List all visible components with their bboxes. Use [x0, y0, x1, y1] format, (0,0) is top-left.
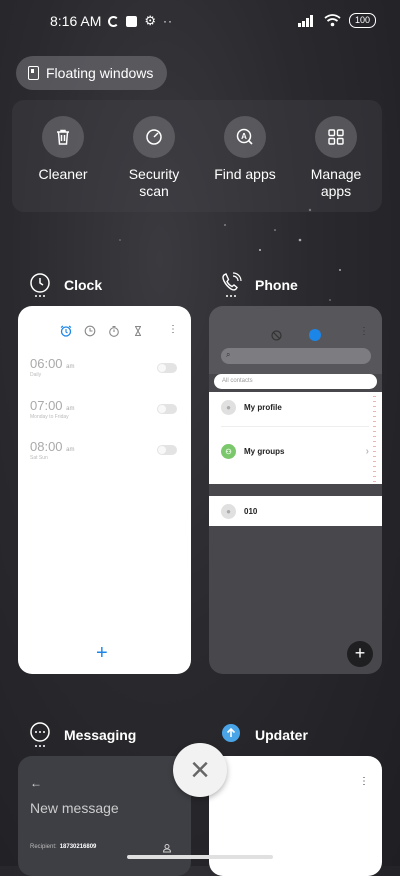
alarm-row[interactable]: 06:00 am Daily — [30, 356, 75, 378]
alarm-time: 07:00 — [30, 398, 63, 413]
home-indicator[interactable] — [127, 855, 273, 859]
contacts-tab-icon[interactable] — [309, 329, 321, 341]
phone-app-icon — [222, 272, 242, 297]
messaging-app-title: Messaging — [64, 727, 137, 743]
contact-name: 010 — [244, 506, 258, 516]
new-message-heading: New message — [30, 800, 119, 816]
world-clock-tab-icon[interactable] — [84, 325, 96, 337]
alarm-row[interactable]: 08:00 am Sat Sun — [30, 439, 75, 461]
status-time: 8:16 AM — [50, 13, 102, 29]
alarm-toggle[interactable] — [157, 445, 177, 455]
status-bar: 8:16 AM ⚙ ·· 100 — [0, 10, 400, 36]
contacts-search-field[interactable]: ⌕ — [221, 348, 371, 364]
contacts-filter-pill[interactable]: All contacts — [214, 374, 377, 389]
contacts-filter-label: All contacts — [222, 378, 253, 384]
add-contact-button[interactable]: + — [347, 641, 373, 667]
updater-app-icon — [222, 724, 240, 742]
signal-icon — [297, 14, 313, 27]
alarm-repeat-label: Sat Sun — [30, 455, 48, 461]
grid-icon — [328, 129, 344, 145]
recipient-label: Recipient: — [30, 844, 57, 850]
avatar: ● — [221, 503, 236, 519]
find-apps-icon: A — [236, 128, 253, 145]
search-icon: ⌕ — [226, 350, 231, 359]
clock-app-header[interactable]: Clock — [28, 272, 102, 298]
alarm-repeat-label: Monday to Friday — [30, 414, 69, 420]
add-alarm-button[interactable]: + — [96, 642, 108, 665]
security-scan-icon — [146, 129, 162, 145]
updater-more-icon[interactable]: ⋮ — [359, 777, 369, 787]
security-scan-label: Security scan — [128, 166, 180, 199]
contacts-group-section: ● My profile ⚇ My groups › — [209, 392, 382, 484]
floating-windows-label: Floating windows — [46, 65, 154, 81]
alarm-tab-icon[interactable] — [60, 325, 72, 337]
my-groups-label: My groups — [244, 447, 285, 456]
my-groups-row[interactable]: ⚇ My groups › — [209, 444, 369, 459]
recipient-row[interactable]: Recipient: 18730216809 — [30, 844, 96, 850]
alarm-time: 06:00 — [30, 356, 63, 371]
stopwatch-tab-icon[interactable] — [108, 325, 120, 337]
manage-apps-label: Manage apps — [310, 166, 362, 199]
recents-tab-icon[interactable] — [271, 330, 282, 341]
messaging-app-icon — [30, 722, 50, 747]
floating-window-icon — [28, 66, 39, 80]
contact-row[interactable]: ● 010 — [209, 496, 382, 526]
alarm-ampm: am — [66, 406, 75, 412]
updater-app-title: Updater — [255, 727, 308, 743]
groups-avatar: ⚇ — [221, 444, 236, 459]
add-contact-label: + — [354, 643, 366, 663]
alarm-ampm: am — [66, 447, 75, 453]
find-apps-label: Find apps — [214, 166, 276, 182]
phone-app-card[interactable]: ⋮ ⌕ All contacts ● My profile ⚇ My group… — [209, 306, 382, 674]
floating-windows-button[interactable]: Floating windows — [16, 56, 168, 90]
chevron-right-icon: › — [365, 446, 369, 457]
clock-app-card[interactable]: ⋮ 06:00 am Daily 07:00 am Monday to Frid… — [18, 306, 191, 674]
messaging-app-header[interactable]: Messaging — [28, 722, 136, 748]
alarm-time: 08:00 — [30, 439, 63, 454]
security-scan-button[interactable]: Security scan — [109, 116, 199, 200]
clock-app-title: Clock — [64, 277, 103, 293]
cleaner-label: Cleaner — [38, 166, 88, 182]
trash-icon — [57, 129, 69, 145]
svg-text:A: A — [241, 132, 247, 141]
phone-app-header[interactable]: Phone — [219, 272, 298, 298]
alarm-repeat-label: Daily — [30, 372, 42, 378]
alphabet-index[interactable] — [373, 396, 376, 482]
clock-tabs — [60, 325, 144, 337]
timer-tab-icon[interactable] — [132, 325, 144, 337]
alarm-ampm: am — [66, 364, 75, 370]
my-profile-label: My profile — [244, 403, 282, 412]
alarm-toggle[interactable] — [157, 404, 177, 414]
gear-icon: ⚙ — [144, 13, 157, 28]
cleaner-button[interactable]: Cleaner — [18, 116, 108, 183]
find-apps-button[interactable]: A Find apps — [200, 116, 290, 183]
my-profile-row[interactable]: ● My profile — [209, 400, 282, 415]
alarm-row[interactable]: 07:00 am Monday to Friday — [30, 398, 75, 420]
wifi-icon — [324, 14, 341, 27]
contact-picker-icon[interactable] — [162, 843, 172, 853]
more-notifications-icon: ·· — [163, 14, 174, 28]
data-saver-icon — [108, 15, 120, 27]
updater-app-header[interactable]: Updater — [219, 722, 308, 748]
quick-actions-panel: Cleaner Security scan A Find apps Manage… — [12, 100, 382, 212]
back-arrow-icon[interactable]: ← — [30, 776, 42, 790]
phone-more-icon[interactable]: ⋮ — [359, 327, 369, 337]
clock-app-icon — [30, 273, 50, 297]
battery-indicator: 100 — [348, 13, 376, 28]
alarm-toggle[interactable] — [157, 363, 177, 373]
recipient-value: 18730216809 — [59, 844, 97, 850]
avatar: ● — [221, 400, 236, 415]
manage-apps-button[interactable]: Manage apps — [291, 116, 381, 200]
close-icon: × — [190, 751, 210, 789]
clear-all-button[interactable]: × — [173, 743, 227, 797]
phone-app-title: Phone — [255, 277, 298, 293]
clock-more-icon[interactable]: ⋮ — [168, 325, 178, 335]
square-icon — [126, 15, 138, 27]
